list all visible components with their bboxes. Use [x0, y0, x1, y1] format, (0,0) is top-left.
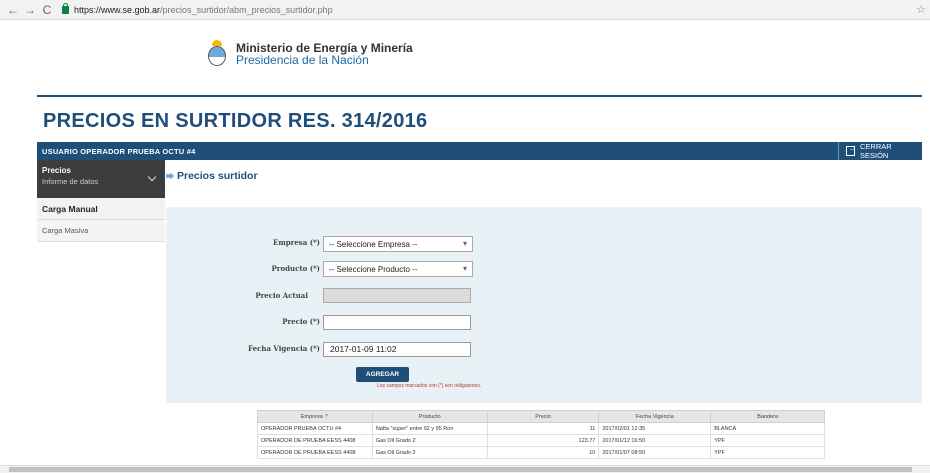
producto-select[interactable]: -- Seleccione Producto --: [323, 261, 473, 277]
reload-icon[interactable]: C: [40, 3, 54, 17]
precio-row: Precio (*): [238, 317, 320, 326]
empresa-label: Empresa (*): [273, 238, 320, 247]
prices-table: Empresa ⇡ Producto Precio Fecha Vigencia…: [257, 410, 825, 459]
cell-bandera: YPF: [710, 434, 825, 447]
lock-icon: [62, 2, 69, 14]
sidebar-item-carga-masiva[interactable]: Carga Masiva: [37, 220, 165, 242]
logout-button[interactable]: CERRAR SESIÓN: [838, 142, 922, 160]
form-panel: [166, 207, 922, 403]
cell-producto: Gas Oil Grado 2: [371, 434, 488, 447]
browser-toolbar: ← → C https://www.se.gob.ar /precios_sur…: [0, 0, 930, 20]
scrollbar-thumb[interactable]: [9, 467, 912, 472]
cell-fecha: 2017/01/12 16:50: [598, 434, 712, 447]
cell-precio: 11: [486, 422, 600, 435]
ministry-subtitle: Presidencia de la Nación: [236, 53, 369, 67]
sidebar-item-carga-manual[interactable]: Carga Manual: [37, 198, 165, 220]
column-header-bandera: Bandera: [710, 410, 825, 423]
sidebar-item-label: Carga Masiva: [42, 226, 89, 235]
cell-precio: 123.77: [486, 434, 600, 447]
logout-icon: [846, 144, 857, 156]
url-path: /precios_surtidor/abm_precios_surtidor.p…: [160, 4, 333, 15]
empresa-row: Empresa (*): [238, 238, 320, 247]
sidebar-item-label: Carga Manual: [42, 204, 98, 214]
section-title: Precios surtidor: [166, 170, 258, 182]
horizontal-scrollbar[interactable]: [0, 465, 930, 473]
table-row: OPERADOR PRUEBA OCTU #4 Nafta "súper" en…: [257, 422, 825, 435]
header-divider: [37, 95, 922, 97]
address-bar[interactable]: https://www.se.gob.ar /precios_surtidor/…: [62, 2, 333, 18]
cell-precio: 10: [486, 446, 600, 459]
cell-empresa: OPERADOR PRUEBA OCTU #4: [257, 422, 373, 435]
table-row: OPERADOR DE PRUEBA EESS 4408 Gas Oil Gra…: [257, 446, 825, 459]
page-title: PRECIOS EN SURTIDOR RES. 314/2016: [43, 110, 428, 132]
precio-actual-row: Precio Actual: [238, 291, 308, 300]
column-header-empresa[interactable]: Empresa ⇡: [257, 410, 373, 423]
fecha-vigencia-input[interactable]: 2017-01-09 11:02: [323, 342, 471, 357]
ministry-header: Ministerio de Energía y Minería Presiden…: [204, 40, 413, 68]
cell-empresa: OPERADOR DE PRUEBA EESS 4408: [257, 434, 373, 447]
logout-label: CERRAR SESIÓN: [859, 142, 892, 160]
fecha-row: Fecha Vigencia (*): [238, 344, 320, 353]
column-header-label: Empresa: [300, 413, 323, 420]
table-header-row: Empresa ⇡ Producto Precio Fecha Vigencia…: [257, 410, 825, 423]
column-header-precio: Precio: [486, 410, 600, 423]
table-row: OPERADOR DE PRUEBA EESS 4408 Gas Oil Gra…: [257, 434, 825, 447]
empresa-select-value: -- Seleccione Empresa --: [329, 240, 418, 249]
precio-label: Precio (*): [282, 317, 320, 326]
url-host: https://www.se.gob.ar: [74, 4, 161, 15]
user-label: USUARIO OPERADOR PRUEBA OCTU #4: [42, 146, 196, 156]
column-header-producto: Producto: [371, 410, 488, 423]
back-icon[interactable]: ←: [6, 3, 20, 17]
precio-actual-field: [323, 288, 471, 303]
sidebar-head-subtitle: Informe de datos: [42, 177, 99, 186]
cell-producto: Nafta "súper" entre 92 y 95 Ron: [371, 422, 488, 435]
forward-icon[interactable]: →: [23, 3, 37, 17]
producto-select-value: -- Seleccione Producto --: [329, 265, 418, 274]
precio-actual-label: Precio Actual: [255, 291, 308, 300]
cell-fecha: 2017/01/07 08:50: [598, 446, 712, 459]
arrow-right-icon: [166, 172, 174, 180]
bookmark-star-icon[interactable]: ☆: [916, 3, 926, 16]
sidebar-menu-precios[interactable]: Precios Informe de datos: [37, 160, 165, 198]
sort-icon: ⇡: [324, 413, 329, 420]
user-bar: USUARIO OPERADOR PRUEBA OCTU #4 CERRAR S…: [37, 142, 922, 160]
precio-input[interactable]: [323, 315, 471, 330]
sidebar-head-title: Precios: [42, 166, 71, 175]
coat-of-arms-icon: [204, 40, 230, 68]
column-header-fecha: Fecha Vigencia: [598, 410, 712, 423]
fecha-vigencia-label: Fecha Vigencia (*): [248, 344, 320, 353]
sidebar: Precios Informe de datos Carga Manual Ca…: [37, 160, 165, 242]
producto-row: Producto (*): [238, 264, 321, 273]
empresa-select[interactable]: -- Seleccione Empresa --: [323, 236, 473, 252]
section-title-text: Precios surtidor: [177, 170, 258, 182]
cell-bandera: BLANCA: [710, 422, 825, 435]
agregar-button[interactable]: AGREGAR: [356, 367, 409, 382]
cell-bandera: YPF: [710, 446, 825, 459]
producto-label: Producto (*): [271, 264, 321, 273]
cell-producto: Gas Oil Grado 2: [371, 446, 488, 459]
cell-empresa: OPERADOR DE PRUEBA EESS 4408: [257, 446, 373, 459]
required-note: Los campos marcados con (*) son obligato…: [377, 383, 482, 389]
cell-fecha: 2017/02/01 12:35: [598, 422, 712, 435]
